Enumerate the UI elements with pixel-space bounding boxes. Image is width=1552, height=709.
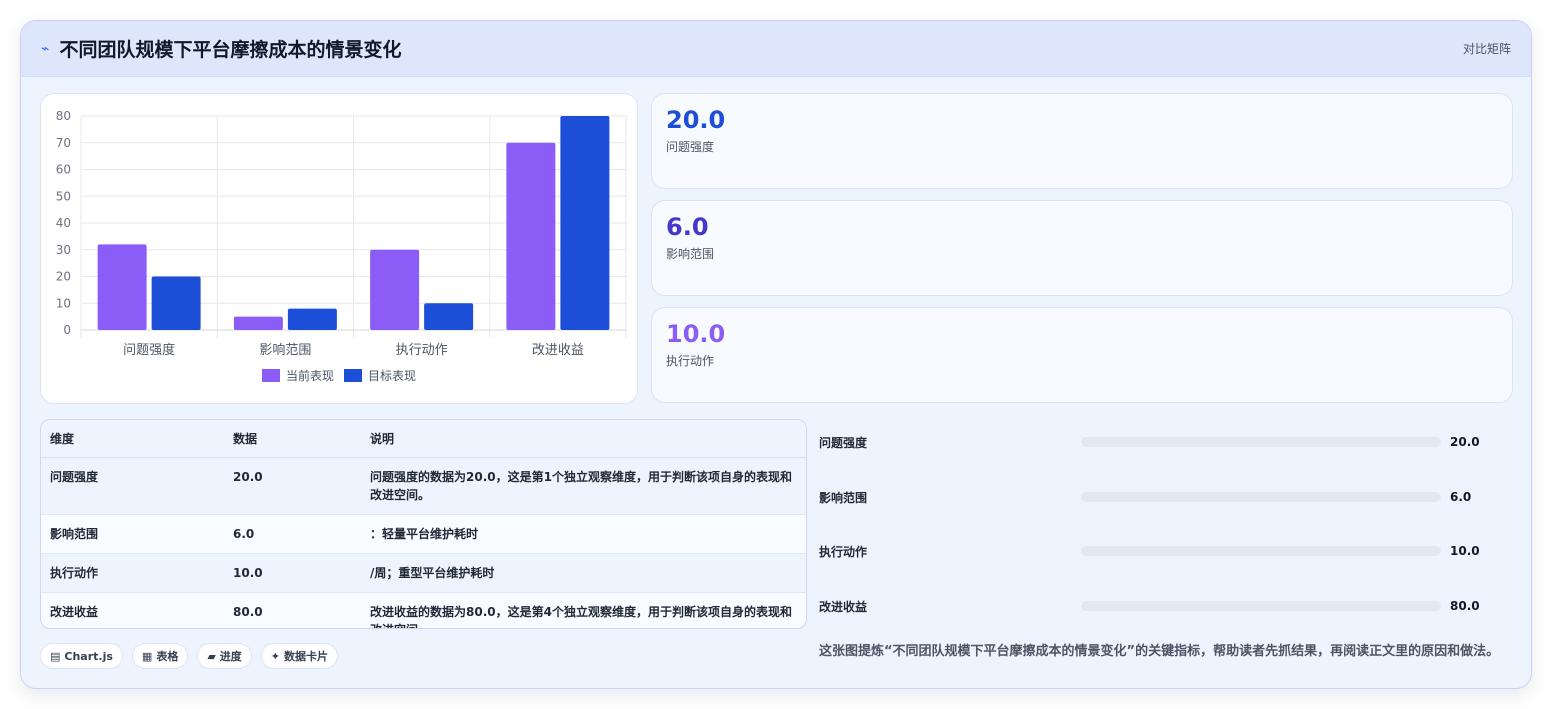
progress-value: 20.0	[1450, 435, 1480, 449]
table-row: 影响范围 6.0 ：轻量平台维护耗时	[41, 514, 806, 554]
bar	[560, 116, 610, 330]
bar	[424, 303, 474, 330]
bar	[287, 308, 337, 330]
progress-value: 80.0	[1450, 599, 1480, 613]
x-tick-label: 问题强度	[123, 342, 175, 358]
progress-label: 执行动作	[819, 544, 868, 559]
table-icon: ▦	[141, 649, 153, 663]
table-row: 执行动作 10.0 /周；重型平台维护耗时	[41, 553, 806, 593]
progress-track	[1081, 546, 1441, 556]
y-tick-label: 30	[56, 243, 71, 257]
card-header: ⌁ 不同团队规模下平台摩擦成本的情景变化 对比矩阵	[21, 21, 1531, 77]
x-tick-label: 改进收益	[532, 343, 584, 358]
y-tick-label: 20	[56, 270, 71, 284]
table-cell: ：轻量平台维护耗时	[361, 514, 806, 554]
progress-value: 10.0	[1450, 544, 1480, 558]
progress-track	[1081, 492, 1441, 502]
y-tick-label: 60	[56, 163, 71, 177]
kpi-card-3: 10.0 执行动作	[651, 307, 1513, 403]
y-tick-label: 50	[56, 189, 71, 203]
legend-swatch	[262, 369, 280, 382]
y-tick-label: 80	[56, 109, 71, 123]
bar	[233, 316, 283, 330]
bar	[506, 142, 556, 330]
kpi-card-1: 20.0 问题强度	[651, 93, 1513, 189]
progress-row: 执行动作 10.0	[819, 541, 1499, 561]
column-header: 维度	[41, 420, 224, 458]
page-title: 不同团队规模下平台摩擦成本的情景变化	[59, 39, 402, 61]
table-cell: 6.0	[224, 514, 361, 554]
table-row: 改进收益 80.0 改进收益的数据为80.0，这是第4个独立观察维度，用于判断该…	[41, 593, 806, 628]
kpi-card-2: 6.0 影响范围	[651, 200, 1513, 296]
chip-progress[interactable]: ▰ 进度	[197, 643, 252, 669]
chip-label: 进度	[219, 650, 242, 663]
table-row: 问题强度 20.0 问题强度的数据为20.0，这是第1个独立观察维度，用于判断该…	[41, 457, 806, 515]
legend-label: 当前表现	[286, 368, 334, 383]
kpi-value: 6.0	[666, 213, 709, 241]
table-header-row: 维度 数据 说明	[41, 420, 806, 458]
table-cell: 20.0	[224, 457, 361, 515]
progress-row: 问题强度 20.0	[819, 432, 1499, 452]
bar	[97, 244, 147, 330]
column-header: 说明	[361, 420, 806, 458]
table-cell: 问题强度	[41, 457, 224, 515]
table-cell: 改进收益的数据为80.0，这是第4个独立观察维度，用于判断该项自身的表现和改进空…	[370, 605, 792, 628]
progress-track	[1081, 437, 1441, 447]
main-card: ⌁ 不同团队规模下平台摩擦成本的情景变化 对比矩阵 0 10 20 30 40 50 60 7…	[20, 20, 1532, 689]
kpi-label: 执行动作	[666, 354, 715, 368]
table-cell: /周；重型平台维护耗时	[361, 553, 806, 593]
table-cell: 改进收益	[50, 605, 99, 619]
y-tick-label: 70	[56, 136, 71, 150]
chip-label: 数据卡片	[284, 650, 329, 663]
table-cell: 10.0	[224, 553, 361, 593]
sparkle-icon: ✦	[270, 649, 281, 663]
x-tick-label: 执行动作	[396, 343, 448, 358]
chip-label: 表格	[156, 650, 179, 663]
progress-row: 改进收益 80.0	[819, 596, 1499, 616]
bar-chart: 0 10 20 30 40 50 60 70 80 问题强度 影响范围 执行动作 改进收益当前表现 目标表…	[56, 109, 627, 383]
table-cell: 执行动作	[41, 553, 224, 593]
data-table-panel: 维度 数据 说明 问题强度 20.0 问题强度的数据为20.0，这是第1个独立观…	[40, 419, 807, 629]
chip-chartjs[interactable]: ▤ Chart.js	[40, 643, 123, 669]
bar-chart-panel: 0 10 20 30 40 50 60 70 80 问题强度 影响范围 执行动作 改进收益当前表现 目标表…	[40, 93, 638, 404]
kpi-value: 10.0	[666, 320, 726, 348]
chip-table[interactable]: ▦ 表格	[131, 643, 189, 669]
progress-value: 6.0	[1450, 490, 1472, 504]
table-cell: 问题强度的数据为20.0，这是第1个独立观察维度，用于判断该项自身的表现和改进空…	[361, 457, 806, 515]
feature-chips: ▤ Chart.js ▦ 表格 ▰ 进度 ✦ 数据卡片	[40, 643, 339, 669]
column-header: 数据	[224, 420, 361, 458]
progress-icon: ▰	[207, 649, 216, 663]
chart-icon: ▤	[50, 649, 61, 663]
progress-label: 改进收益	[819, 599, 868, 614]
progress-label: 问题强度	[819, 435, 868, 450]
bar	[151, 276, 201, 330]
view-badge[interactable]: 对比矩阵	[1463, 40, 1511, 57]
bar	[370, 249, 420, 330]
kpi-value: 20.0	[666, 106, 726, 134]
y-tick-label: 40	[56, 216, 71, 230]
table-cell: 影响范围	[41, 514, 224, 554]
legend-swatch	[344, 369, 362, 382]
progress-row: 影响范围 6.0	[819, 487, 1499, 507]
legend-label: 目标表现	[368, 369, 416, 383]
data-table: 维度 数据 说明 问题强度 20.0 问题强度的数据为20.0，这是第1个独立观…	[41, 420, 806, 628]
kpi-label: 影响范围	[666, 247, 715, 261]
wave-icon: ⌁	[41, 40, 50, 57]
y-tick-label: 0	[63, 323, 71, 337]
y-tick-label: 10	[56, 296, 71, 310]
x-tick-label: 影响范围	[259, 342, 311, 358]
progress-track	[1081, 601, 1441, 611]
chip-data-cards[interactable]: ✦ 数据卡片	[260, 643, 339, 669]
summary-note: 这张图提炼“不同团队规模下平台摩擦成本的情景变化”的关键指标，帮助读者先抓结果，…	[819, 644, 1500, 659]
progress-label: 影响范围	[819, 490, 868, 505]
table-cell: 80.0	[233, 605, 263, 619]
kpi-label: 问题强度	[666, 140, 715, 154]
chip-label: Chart.js	[64, 649, 113, 663]
